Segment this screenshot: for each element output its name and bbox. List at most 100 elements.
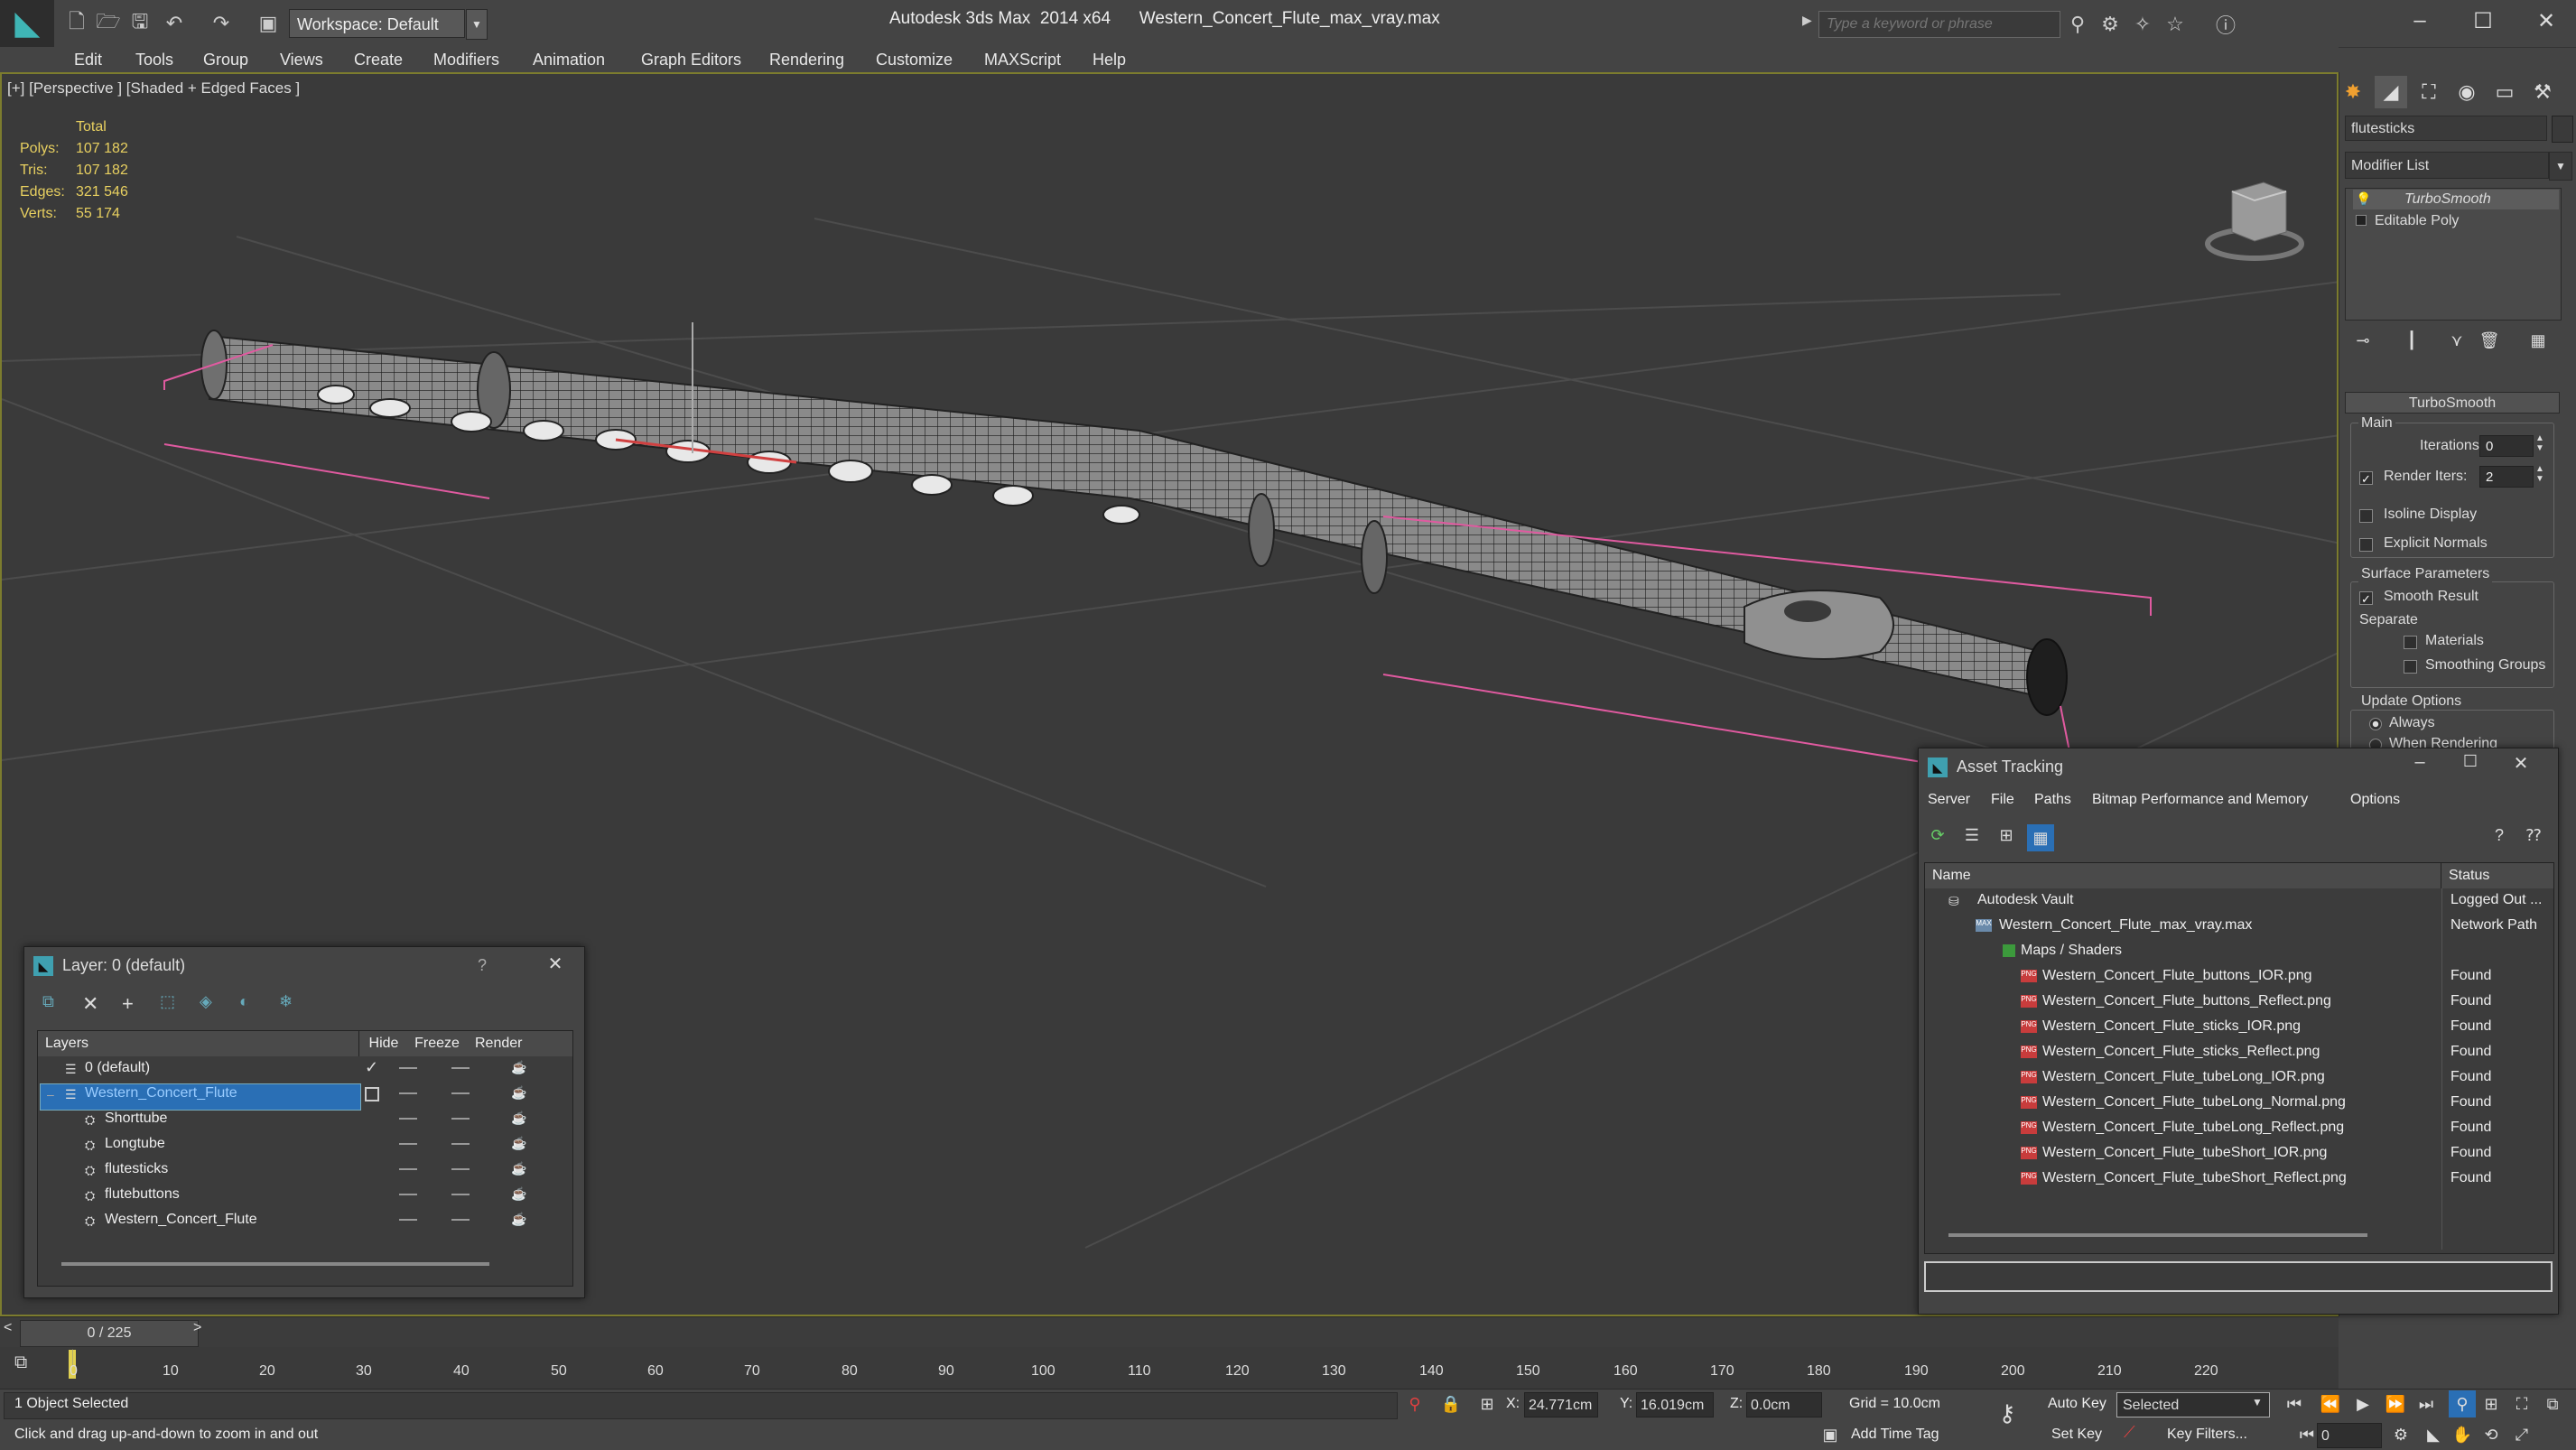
remove-modifier-icon[interactable]: 🗑 [2474, 327, 2505, 354]
freeze-toggle[interactable] [451, 1067, 470, 1069]
hide-toggle[interactable] [399, 1168, 417, 1170]
communication-icon[interactable]: ✧ [2129, 11, 2156, 38]
isoline-display-checkbox[interactable] [2359, 509, 2373, 523]
zoom-extents-icon[interactable]: ⛶ [2508, 1390, 2535, 1417]
undo-icon[interactable]: ↶ [161, 11, 188, 36]
layer-row[interactable]: Longtube [105, 1136, 165, 1152]
x-coordinate-field[interactable]: 24.771cm [1524, 1392, 1598, 1417]
layer-row[interactable]: 0 (default) [85, 1060, 150, 1076]
lightbulb-icon[interactable]: 💡 [2356, 191, 2371, 207]
chevron-down-icon[interactable]: ▼ [2252, 1396, 2263, 1408]
absolute-mode-icon[interactable]: ⊞ [1474, 1390, 1501, 1417]
z-coordinate-field[interactable]: 0.0cm [1746, 1392, 1822, 1417]
hide-all-icon[interactable]: ◐ [239, 992, 266, 1019]
list-item[interactable]: Western_Concert_Flute_sticks_Reflect.png [2042, 1044, 2320, 1060]
go-to-start-icon[interactable]: ⏮ [2281, 1390, 2308, 1417]
object-color-swatch[interactable] [2552, 116, 2573, 143]
set-current-layer-checkbox[interactable] [365, 1087, 379, 1101]
zoom-icon[interactable]: ⚲ [2449, 1390, 2476, 1417]
add-to-layer-icon[interactable]: + [122, 992, 149, 1019]
list-item[interactable]: Western_Concert_Flute_tubeShort_IOR.png [2042, 1145, 2327, 1161]
column-header-freeze[interactable]: Freeze [408, 1031, 467, 1056]
menu-animation[interactable]: Animation [533, 47, 605, 72]
freeze-toggle[interactable] [451, 1092, 470, 1094]
open-file-icon[interactable]: 🗁 [95, 10, 122, 36]
y-coordinate-field[interactable]: 16.019cm [1636, 1392, 1714, 1417]
list-item[interactable]: Western_Concert_Flute_max_vray.max [1999, 917, 2252, 934]
pan-view-icon[interactable]: ✋ [2449, 1421, 2476, 1448]
create-layer-icon[interactable]: ⧉ [42, 992, 70, 1019]
mini-curve-editor-icon[interactable]: ⧉ [14, 1352, 27, 1373]
chevron-down-icon[interactable]: ▼ [2549, 152, 2572, 181]
menu-rendering[interactable]: Rendering [769, 47, 844, 72]
maximize-button[interactable]: ☐ [2451, 5, 2515, 36]
list-item[interactable]: Western_Concert_Flute_tubeShort_Reflect.… [2042, 1170, 2347, 1186]
stack-item-turbosmooth[interactable]: TurboSmooth [2404, 190, 2491, 209]
render-teapot-icon[interactable]: ☕ [511, 1060, 526, 1075]
render-teapot-icon[interactable]: ☕ [511, 1212, 526, 1227]
close-button[interactable]: ✕ [539, 953, 572, 978]
layer-row[interactable]: Western_Concert_Flute [105, 1212, 257, 1228]
current-frame-field[interactable]: 0 [2317, 1423, 2382, 1448]
always-radio[interactable] [2369, 718, 2382, 730]
menu-views[interactable]: Views [280, 47, 323, 72]
field-of-view-icon[interactable]: ◣ [2420, 1421, 2447, 1448]
key-mode-dropdown[interactable]: Selected [2116, 1392, 2270, 1417]
context-help-icon[interactable]: ⁇ [2522, 826, 2545, 850]
hide-toggle[interactable] [399, 1194, 417, 1195]
hide-toggle[interactable] [399, 1067, 417, 1069]
menu-edit[interactable]: Edit [74, 47, 102, 72]
asset-menu-file[interactable]: File [1991, 792, 2014, 808]
render-teapot-icon[interactable]: ☕ [511, 1161, 526, 1176]
favorites-star-icon[interactable]: ☆ [2162, 11, 2189, 38]
stack-item-editable-poly[interactable]: Editable Poly [2375, 211, 2459, 231]
modifier-list-dropdown[interactable]: Modifier List [2345, 152, 2549, 179]
current-layer-checkmark-icon[interactable]: ✓ [365, 1058, 378, 1077]
render-iters-checkbox[interactable]: ✓ [2359, 471, 2373, 486]
menu-customize[interactable]: Customize [876, 47, 953, 72]
table-view-icon[interactable]: ▦ [2027, 824, 2054, 851]
menu-modifiers[interactable]: Modifiers [433, 47, 499, 72]
list-item[interactable]: Western_Concert_Flute_tubeLong_Reflect.p… [2042, 1120, 2344, 1136]
list-item[interactable]: Maps / Shaders [2021, 943, 2122, 959]
asset-menu-server[interactable]: Server [1928, 792, 1970, 808]
smoothing-groups-checkbox[interactable] [2404, 660, 2417, 674]
freeze-toggle[interactable] [451, 1168, 470, 1170]
object-name-field[interactable]: flutesticks [2345, 116, 2547, 141]
isolate-selection-icon[interactable]: ⚲ [1401, 1390, 1428, 1417]
minimize-button[interactable]: – [2395, 752, 2444, 779]
next-frame-icon[interactable]: ⏩ [2382, 1390, 2409, 1417]
layer-row[interactable]: flutesticks [105, 1161, 168, 1177]
time-configuration-icon[interactable]: ⚙ [2387, 1421, 2414, 1448]
configure-modifier-sets-icon[interactable]: ▦ [2523, 327, 2553, 354]
modify-tab-icon[interactable]: ◢ [2375, 76, 2407, 108]
layer-row[interactable]: flutebuttons [105, 1186, 180, 1203]
view-cube[interactable] [2205, 181, 2304, 261]
minimize-button[interactable]: – [2388, 5, 2451, 36]
zoom-extents-all-icon[interactable]: ⧉ [2539, 1390, 2566, 1417]
iterations-spinner[interactable]: 0 [2479, 435, 2534, 457]
motion-tab-icon[interactable]: ◉ [2450, 76, 2483, 108]
app-logo-icon[interactable]: ◣ [0, 0, 54, 47]
spinner-arrows-icon[interactable]: ▲ ▼ [2535, 433, 2544, 453]
asset-menu-bitmap-performance[interactable]: Bitmap Performance and Memory [2092, 792, 2308, 808]
hide-toggle[interactable] [399, 1219, 417, 1221]
select-objects-icon[interactable]: ⬚ [160, 992, 187, 1019]
freeze-toggle[interactable] [451, 1118, 470, 1120]
search-input[interactable] [1818, 11, 2060, 38]
menu-tools[interactable]: Tools [135, 47, 173, 72]
help-icon[interactable]: ⓘ [2212, 11, 2239, 38]
list-item[interactable]: Western_Concert_Flute_buttons_IOR.png [2042, 968, 2312, 984]
explicit-normals-checkbox[interactable] [2359, 538, 2373, 552]
list-item[interactable]: Western_Concert_Flute_tubeLong_IOR.png [2042, 1069, 2325, 1085]
menu-help[interactable]: Help [1093, 47, 1126, 72]
freeze-toggle[interactable] [451, 1219, 470, 1221]
list-item[interactable]: Western_Concert_Flute_tubeLong_Normal.pn… [2042, 1094, 2346, 1111]
spinner-arrows-icon[interactable]: ▲ ▼ [2535, 464, 2544, 484]
asset-path-field[interactable] [1924, 1261, 2553, 1292]
display-tab-icon[interactable]: ▭ [2488, 76, 2521, 108]
viewport-label[interactable]: [+] [Perspective ] [Shaded + Edged Faces… [7, 79, 300, 98]
asset-menu-options[interactable]: Options [2350, 792, 2400, 808]
orbit-icon[interactable]: ⟲ [2478, 1421, 2505, 1448]
column-header-status[interactable]: Status [2441, 863, 2553, 888]
